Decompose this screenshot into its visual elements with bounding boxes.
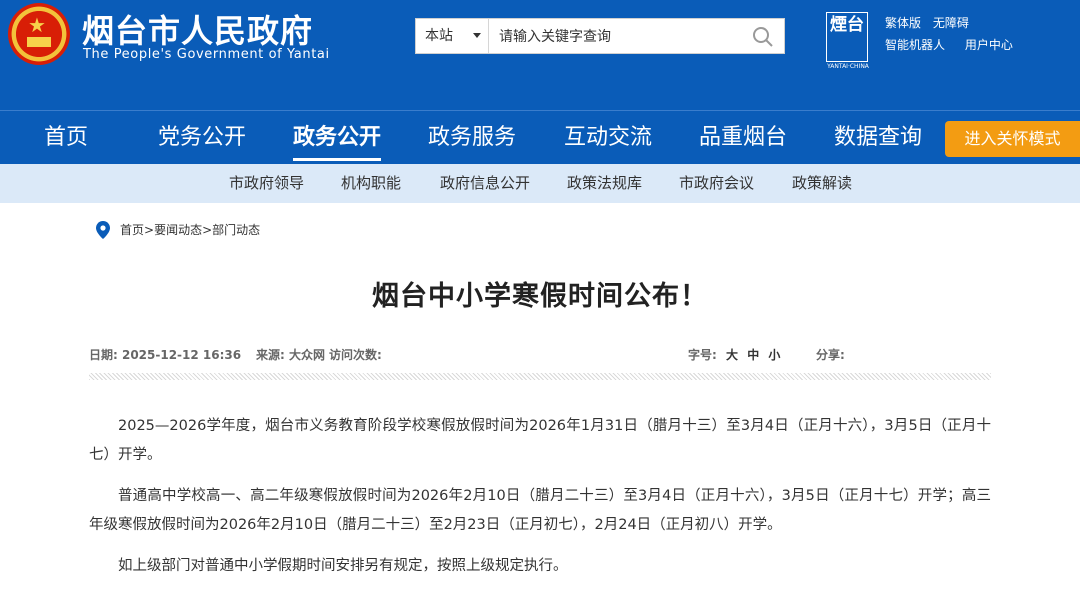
font-size-label: 字号:	[688, 348, 717, 362]
breadcrumb-home[interactable]: 首页	[120, 223, 144, 237]
font-size-control: 字号: 大 中 小	[688, 345, 780, 365]
nav-item-data-query[interactable]: 数据查询	[834, 111, 922, 165]
search-icon[interactable]	[750, 24, 776, 50]
site-title[interactable]: 烟台市人民政府	[82, 6, 313, 52]
article-paragraph: 普通高中学校高一、高二年级寒假放假时间为2026年2月10日（腊月二十三）至3月…	[89, 488, 991, 533]
national-emblem-icon: ★	[8, 3, 70, 65]
font-size-small[interactable]: 小	[768, 348, 780, 362]
nav-item-government-affairs[interactable]: 政务公开	[293, 111, 382, 165]
search-scope-select[interactable]: 本站	[416, 19, 489, 53]
site-subtitle: The People's Government of Yantai	[83, 47, 330, 62]
search-scope-label: 本站	[425, 28, 453, 44]
article-meta: 日期: 2025-12-12 16:36 来源: 大众网 访问次数: 字号: 大…	[89, 345, 991, 365]
caret-down-icon	[473, 33, 481, 38]
article-source: 来源: 大众网	[256, 348, 325, 362]
nav-item-interaction[interactable]: 互动交流	[564, 111, 652, 165]
breadcrumb-separator: >	[202, 223, 213, 237]
breadcrumb-department-news[interactable]: 部门动态	[212, 223, 260, 237]
subnav-item-policy-interpretation[interactable]: 政策解读	[792, 164, 852, 203]
article-paragraph: 如上级部门对普通中小学假期时间安排另有规定，按照上级规定执行。	[118, 558, 568, 574]
link-user-center[interactable]: 用户中心	[965, 38, 1013, 52]
search-bar: 本站	[415, 18, 785, 54]
sub-nav: 市政府领导 机构职能 政府信息公开 政策法规库 市政府会议 政策解读	[0, 164, 1080, 203]
divider	[89, 373, 991, 380]
search-input[interactable]	[490, 19, 745, 53]
subnav-item-leaders[interactable]: 市政府领导	[229, 164, 304, 203]
care-mode-button[interactable]: 进入关怀模式	[945, 121, 1080, 157]
seal-chars: 煙台	[830, 15, 864, 35]
subnav-item-policy-library[interactable]: 政策法规库	[567, 164, 642, 203]
location-pin-icon	[96, 221, 110, 239]
article-date: 日期: 2025-12-12 16:36	[89, 348, 242, 362]
header-links: 繁体版 无障碍 智能机器人 用户中心	[885, 14, 1029, 58]
link-accessibility[interactable]: 无障碍	[933, 16, 969, 30]
subnav-item-info-disclosure[interactable]: 政府信息公开	[440, 164, 530, 203]
breadcrumb-path: 首页>要闻动态>部门动态	[120, 220, 260, 240]
link-smart-robot[interactable]: 智能机器人	[885, 38, 945, 52]
site-header: ★ 烟台市人民政府 The People's Government of Yan…	[0, 0, 1080, 110]
yantai-seal-logo: 煙台 YANTAI·CHINA	[826, 12, 869, 70]
font-size-medium[interactable]: 中	[747, 348, 759, 362]
nav-item-yantai[interactable]: 品重烟台	[699, 111, 787, 165]
subnav-item-meetings[interactable]: 市政府会议	[679, 164, 754, 203]
nav-item-home[interactable]: 首页	[44, 111, 88, 165]
breadcrumb-separator: >	[144, 223, 155, 237]
link-traditional-chinese[interactable]: 繁体版	[885, 16, 921, 30]
breadcrumb-news[interactable]: 要闻动态	[154, 223, 202, 237]
font-size-large[interactable]: 大	[726, 348, 738, 362]
article-body: 2025—2026学年度，烟台市义务教育阶段学校寒假放假时间为2026年1月31…	[89, 412, 991, 593]
article-title: 烟台中小学寒假时间公布！	[372, 281, 708, 312]
article-visits: 访问次数:	[329, 348, 382, 362]
article-paragraph: 2025—2026学年度，烟台市义务教育阶段学校寒假放假时间为2026年1月31…	[89, 418, 991, 463]
seal-footer: YANTAI·CHINA	[827, 63, 869, 70]
subnav-item-functions[interactable]: 机构职能	[341, 164, 401, 203]
share-label: 分享:	[816, 348, 845, 362]
nav-item-party-affairs[interactable]: 党务公开	[158, 111, 246, 165]
main-nav: 首页 党务公开 政务公开 政务服务 互动交流 品重烟台 数据查询 进入关怀模式	[0, 110, 1080, 164]
nav-item-gov-services[interactable]: 政务服务	[428, 111, 516, 165]
